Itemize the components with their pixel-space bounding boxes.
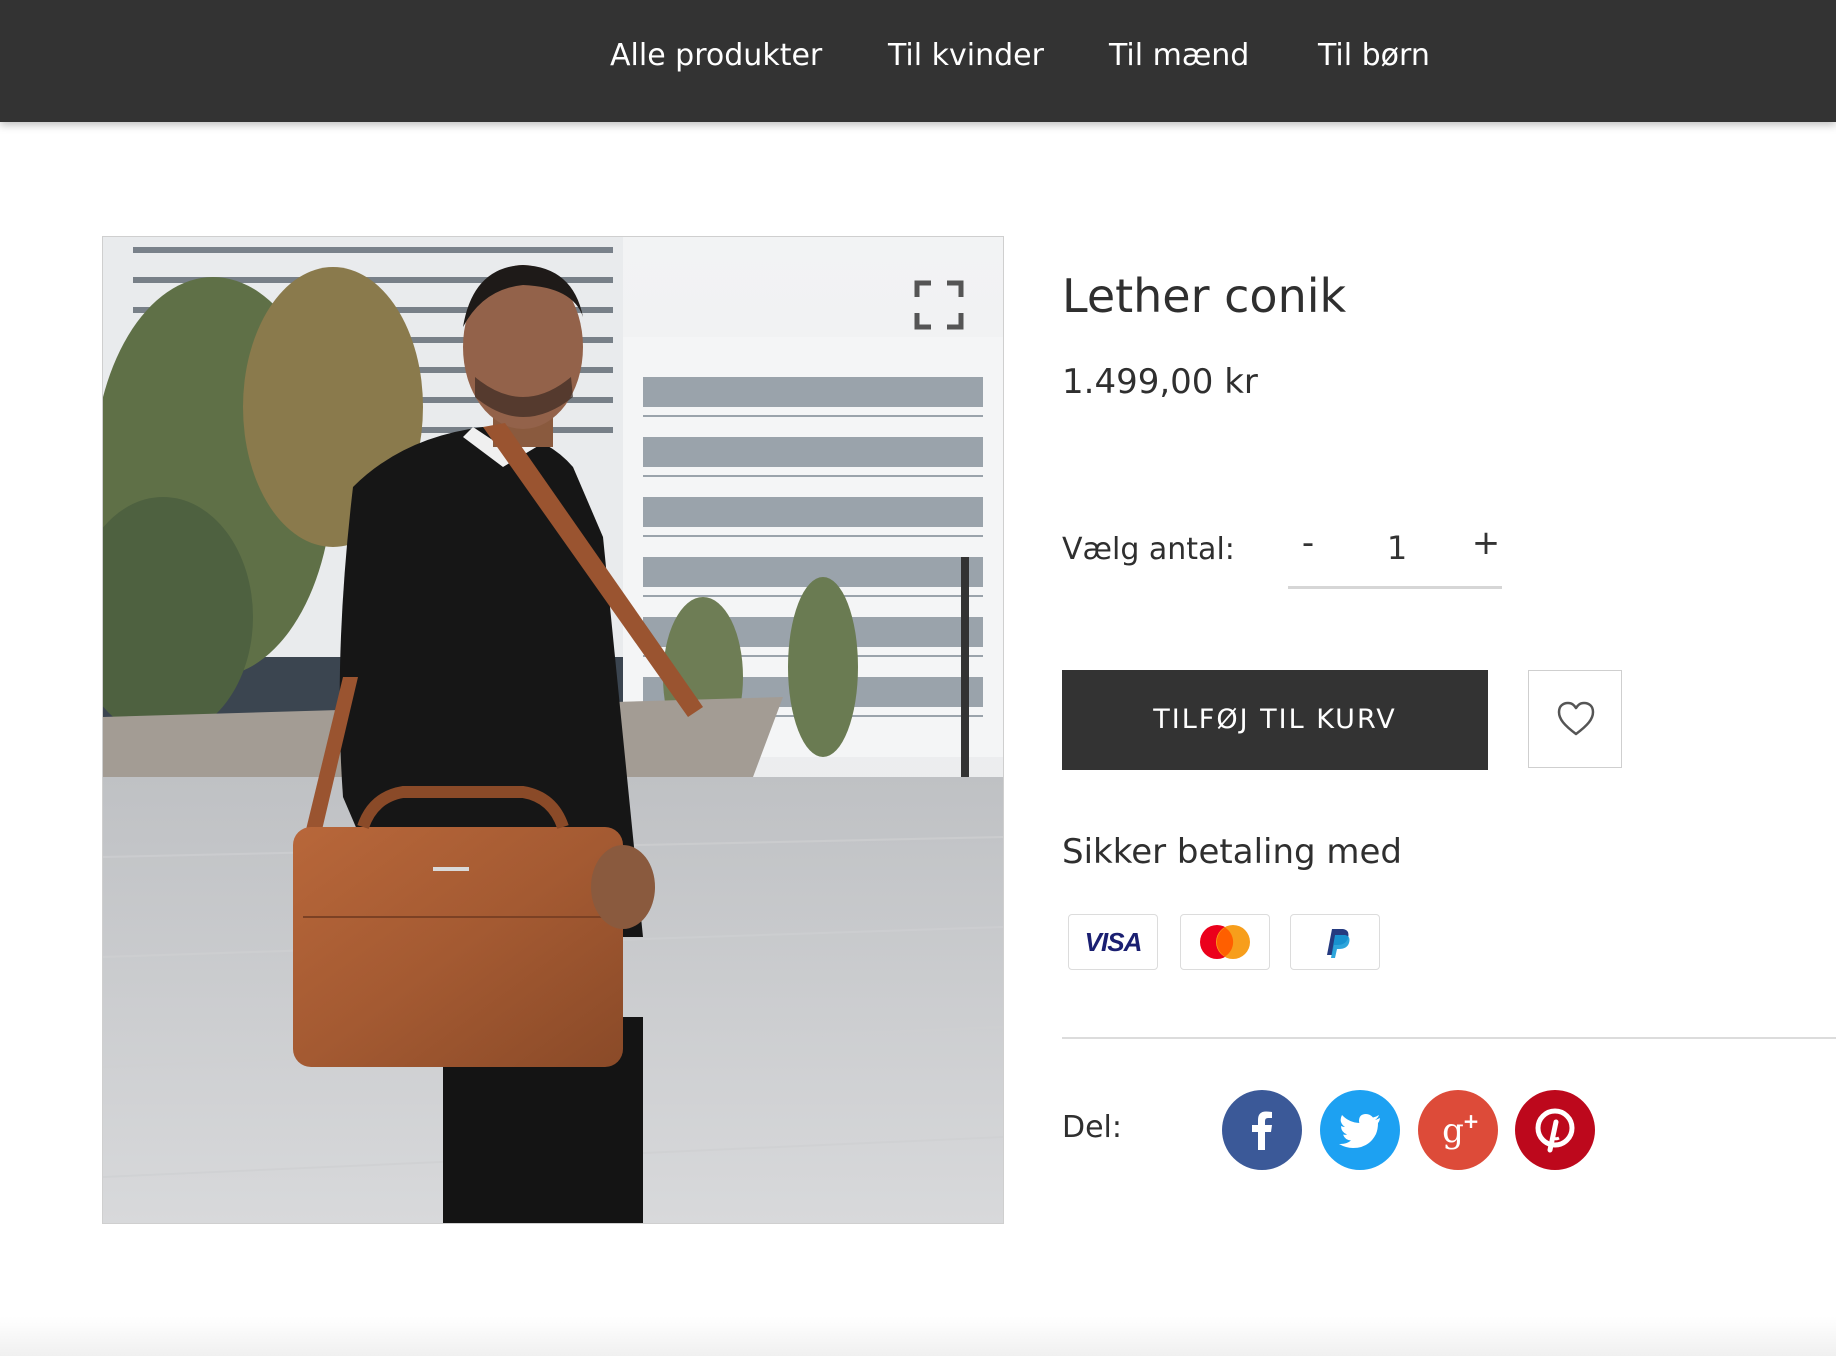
nav-item-men[interactable]: Til mænd [1109, 36, 1249, 76]
quantity-label: Vælg antal: [1062, 532, 1235, 567]
secure-payment-label: Sikker betaling med [1062, 832, 1403, 872]
fullscreen-icon[interactable] [914, 280, 964, 330]
page-bottom-shadow [0, 1316, 1836, 1356]
facebook-icon [1222, 1090, 1302, 1170]
add-to-cart-button[interactable]: TILFØJ TIL KURV [1062, 670, 1488, 770]
nav-item-women[interactable]: Til kvinder [888, 36, 1044, 76]
wishlist-button[interactable] [1528, 670, 1622, 768]
pinterest-icon [1515, 1090, 1595, 1170]
quantity-increase-button[interactable]: + [1466, 518, 1506, 568]
product-image[interactable] [102, 236, 1004, 1224]
svg-text:+: + [1463, 1109, 1480, 1133]
facebook-share-button[interactable] [1222, 1090, 1302, 1170]
google-plus-icon: g + [1418, 1090, 1498, 1170]
twitter-share-button[interactable] [1320, 1090, 1400, 1170]
product-title: Lether conik [1062, 269, 1347, 323]
visa-icon: VISA [1068, 914, 1158, 970]
product-price: 1.499,00 kr [1062, 362, 1258, 402]
quantity-input[interactable] [1348, 522, 1446, 574]
visa-logo-text: VISA [1084, 927, 1143, 957]
top-navigation: Alle produkter Til kvinder Til mænd Til … [0, 0, 1836, 122]
divider [1062, 1037, 1836, 1039]
product-photo [103, 237, 1003, 1223]
heart-icon [1557, 701, 1595, 736]
nav-item-all-products[interactable]: Alle produkter [610, 36, 822, 76]
twitter-icon [1320, 1090, 1400, 1170]
paypal-icon [1290, 914, 1380, 970]
mastercard-icon [1180, 914, 1270, 970]
google-plus-share-button[interactable]: g + [1418, 1090, 1498, 1170]
nav-item-children[interactable]: Til børn [1318, 36, 1430, 76]
share-label: Del: [1062, 1110, 1122, 1145]
quantity-decrease-button[interactable]: - [1288, 518, 1328, 568]
quantity-stepper: - + [1288, 514, 1502, 589]
pinterest-share-button[interactable] [1515, 1090, 1595, 1170]
svg-text:g: g [1442, 1111, 1464, 1151]
